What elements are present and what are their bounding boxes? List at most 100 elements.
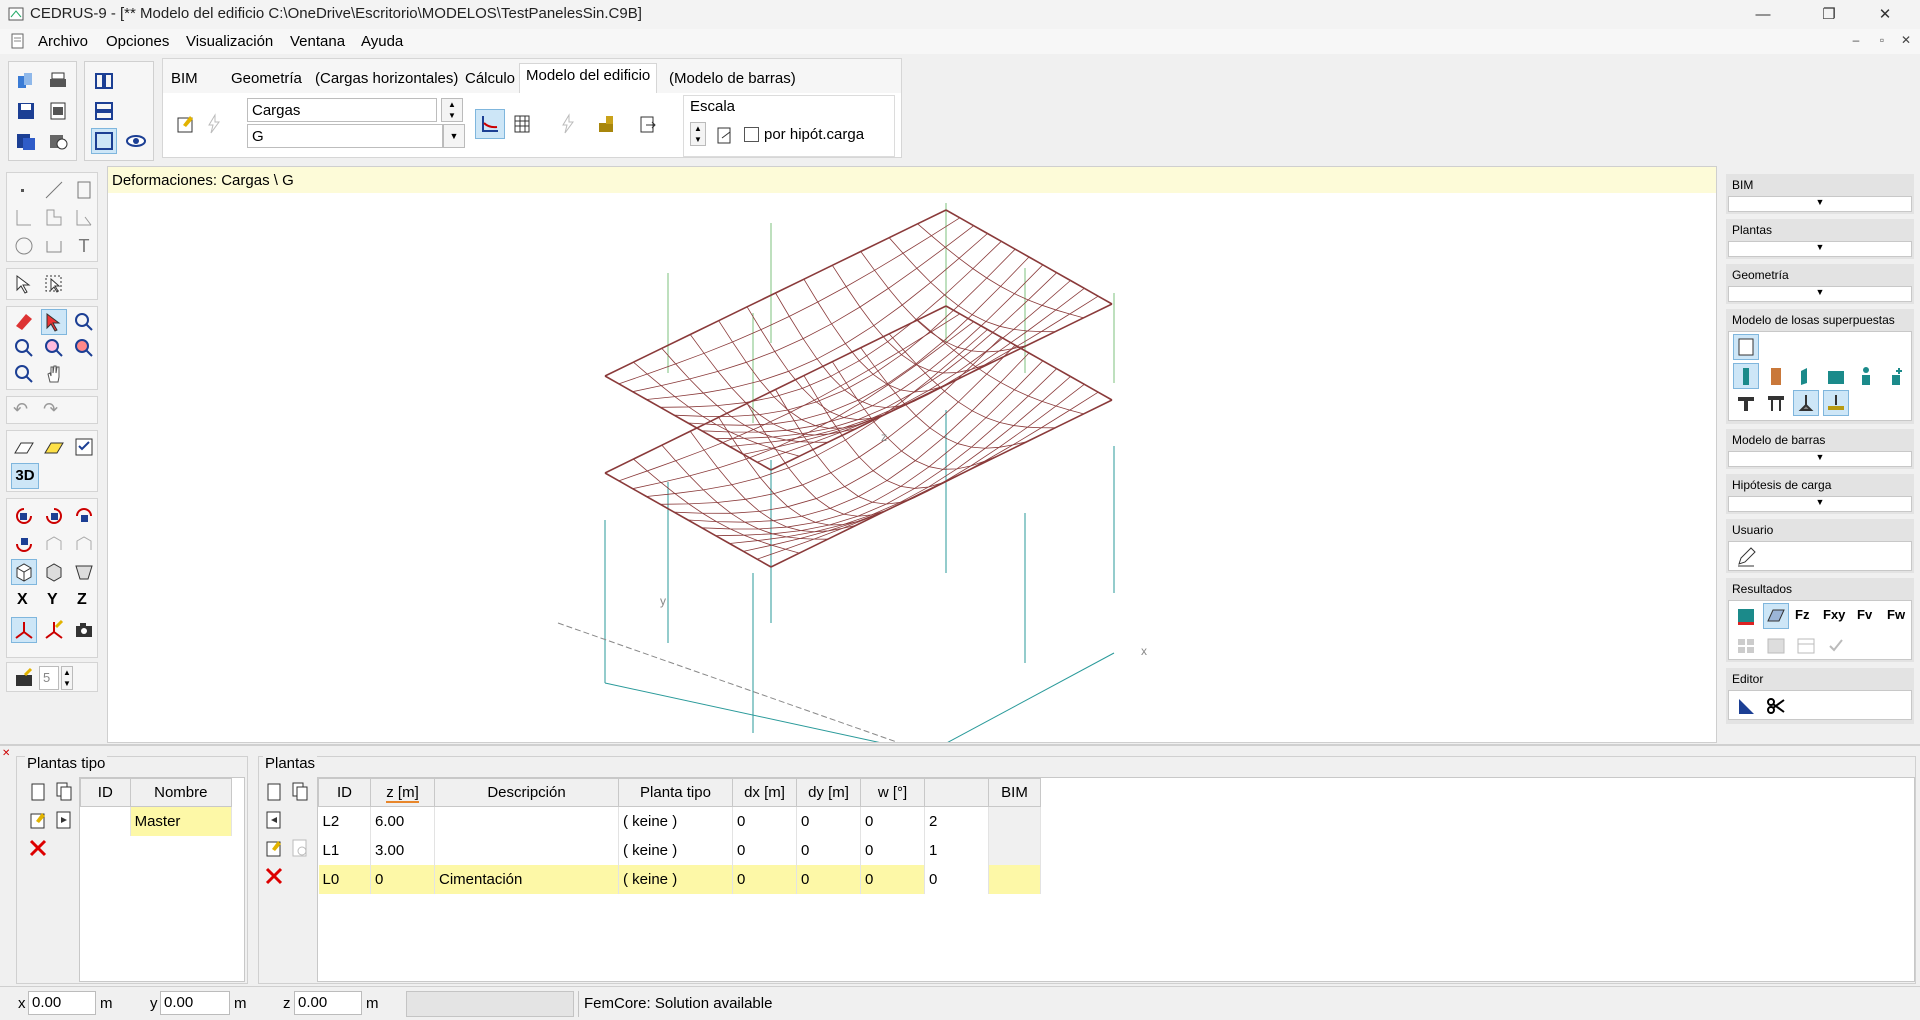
rotate-up-icon[interactable] xyxy=(71,503,97,529)
shear-wall-icon[interactable] xyxy=(1793,363,1819,389)
wall-icon[interactable] xyxy=(1763,363,1789,389)
panel-plantas-dropdown[interactable]: ▼ xyxy=(1728,241,1912,257)
results-list-disabled-icon[interactable] xyxy=(1793,633,1819,659)
cell-descripcion[interactable] xyxy=(434,806,619,836)
save-icon[interactable] xyxy=(13,98,39,124)
box-iso2-icon[interactable] xyxy=(41,559,67,585)
panel-geometria-dropdown[interactable]: ▼ xyxy=(1728,286,1912,302)
building-icon[interactable] xyxy=(593,111,619,137)
edit-plantatipo-icon[interactable] xyxy=(25,807,51,833)
eye-icon[interactable] xyxy=(123,128,149,154)
pen-icon[interactable] xyxy=(1733,544,1759,570)
rotate-down-icon[interactable] xyxy=(11,531,37,557)
cell-id[interactable]: L0 xyxy=(318,864,371,894)
result-fz[interactable]: Fz xyxy=(1795,607,1809,622)
frame-icon[interactable] xyxy=(1763,390,1789,416)
triangle-ruler-icon[interactable] xyxy=(1733,693,1759,719)
view-side-icon[interactable] xyxy=(71,531,97,557)
col-bim[interactable]: BIM xyxy=(988,778,1041,807)
export-view-icon[interactable] xyxy=(635,111,661,137)
cell-z[interactable]: 0 xyxy=(370,864,435,894)
chevron-down-icon[interactable]: ▼ xyxy=(443,124,465,148)
rotate-left-icon[interactable] xyxy=(11,503,37,529)
menu-ventana[interactable]: Ventana xyxy=(290,33,345,50)
panel-hipotesis-dropdown[interactable]: ▼ xyxy=(1728,496,1912,512)
z-coordinate-input[interactable]: 0.00 xyxy=(294,991,362,1015)
view-x-button[interactable]: X xyxy=(17,591,28,609)
cell-planta-tipo[interactable]: ( keine ) xyxy=(618,806,733,836)
zoom-out-icon[interactable] xyxy=(11,335,37,361)
column-icon[interactable] xyxy=(1733,363,1759,389)
undo-icon[interactable]: ↶ xyxy=(13,399,28,420)
open-model-icon[interactable] xyxy=(13,68,39,94)
mdi-minimize-button[interactable]: – xyxy=(1846,33,1866,47)
view-y-button[interactable]: Y xyxy=(47,591,58,609)
cell-w[interactable]: 0 xyxy=(860,806,925,836)
col-id[interactable]: ID xyxy=(318,778,371,807)
add-support-icon[interactable] xyxy=(1853,363,1879,389)
result-fw[interactable]: Fw xyxy=(1887,607,1905,622)
col-id[interactable]: ID xyxy=(80,778,131,807)
scale-spinner[interactable]: ▲ ▼ xyxy=(61,666,73,690)
import-plantatipo-icon[interactable] xyxy=(51,807,77,833)
menu-archivo[interactable]: Archivo xyxy=(38,33,88,50)
select-icon[interactable] xyxy=(11,271,37,297)
col-z[interactable]: z [m] xyxy=(370,778,435,807)
core-icon[interactable] xyxy=(1823,363,1849,389)
results-color-icon[interactable] xyxy=(1733,603,1759,629)
zoom-all-icon[interactable] xyxy=(11,361,37,387)
cell-bim[interactable] xyxy=(988,806,1041,836)
tab-modelo-edificio[interactable]: Modelo del edificio xyxy=(519,63,658,93)
col-descripcion[interactable]: Descripción xyxy=(434,778,619,807)
minimize-button[interactable]: — xyxy=(1740,0,1786,29)
save-as-icon[interactable] xyxy=(13,128,39,154)
load-group-combo[interactable]: Cargas xyxy=(247,98,437,122)
plane-highlight-icon[interactable] xyxy=(41,434,67,460)
model-viewport[interactable]: Deformaciones: Cargas \ G y x z xyxy=(107,166,1717,743)
cell-bim[interactable] xyxy=(988,835,1041,865)
checklist-icon[interactable] xyxy=(71,434,97,460)
table-row[interactable]: L2 6.00 ( keine ) 0 0 0 2 xyxy=(318,806,1041,836)
col-count[interactable] xyxy=(924,778,989,807)
split-horizontal-icon[interactable] xyxy=(91,98,117,124)
new-plantatipo-icon[interactable] xyxy=(25,779,51,805)
col-dy[interactable]: dy [m] xyxy=(796,778,861,807)
export-icon[interactable] xyxy=(45,128,71,154)
zoom-extents-icon[interactable] xyxy=(71,335,97,361)
cell-dy[interactable]: 0 xyxy=(796,835,861,865)
table-row[interactable]: L1 3.00 ( keine ) 0 0 0 1 xyxy=(318,835,1041,865)
rescale-icon[interactable] xyxy=(712,122,738,148)
dimension-tool-icon[interactable] xyxy=(41,233,67,259)
lightning-icon[interactable] xyxy=(201,111,227,137)
results-mesh-icon[interactable] xyxy=(1763,603,1789,629)
polyline-tool-icon[interactable] xyxy=(11,205,37,231)
cell-planta-tipo[interactable]: ( keine ) xyxy=(618,864,733,894)
tab-geometria[interactable]: Geometría xyxy=(225,67,308,91)
cell-id[interactable]: L1 xyxy=(318,835,371,865)
rotate-right-icon[interactable] xyxy=(41,503,67,529)
cell-z[interactable]: 6.00 xyxy=(370,806,435,836)
axes-edit-icon[interactable] xyxy=(41,617,67,643)
zoom-in-icon[interactable] xyxy=(71,309,97,335)
cell-descripcion[interactable] xyxy=(434,835,619,865)
print-icon[interactable] xyxy=(45,68,71,94)
cell-dx[interactable]: 0 xyxy=(732,864,797,894)
beam-t-icon[interactable] xyxy=(1733,390,1759,416)
cell-descripcion[interactable]: Cimentación xyxy=(434,864,619,894)
tab-modelo-barras[interactable]: (Modelo de barras) xyxy=(663,67,802,91)
escala-spinner[interactable]: ▲ ▼ xyxy=(690,122,706,146)
col-w[interactable]: w [°] xyxy=(860,778,925,807)
menu-opciones[interactable]: Opciones xyxy=(106,33,169,50)
x-coordinate-input[interactable]: 0.00 xyxy=(28,991,96,1015)
close-panel-icon[interactable]: ✕ xyxy=(2,748,10,759)
por-hipot-checkbox[interactable] xyxy=(744,127,759,142)
restore-button[interactable]: ❐ xyxy=(1806,0,1852,29)
circle-tool-icon[interactable] xyxy=(11,233,37,259)
results-check-disabled-icon[interactable] xyxy=(1823,633,1849,659)
edit-planta-icon[interactable] xyxy=(261,835,287,861)
redo-icon[interactable]: ↷ xyxy=(43,399,58,420)
split-vertical-icon[interactable] xyxy=(91,68,117,94)
view-front-icon[interactable] xyxy=(41,531,67,557)
tab-calculo[interactable]: Cálculo xyxy=(459,67,521,91)
foundation-icon[interactable] xyxy=(1793,390,1819,416)
